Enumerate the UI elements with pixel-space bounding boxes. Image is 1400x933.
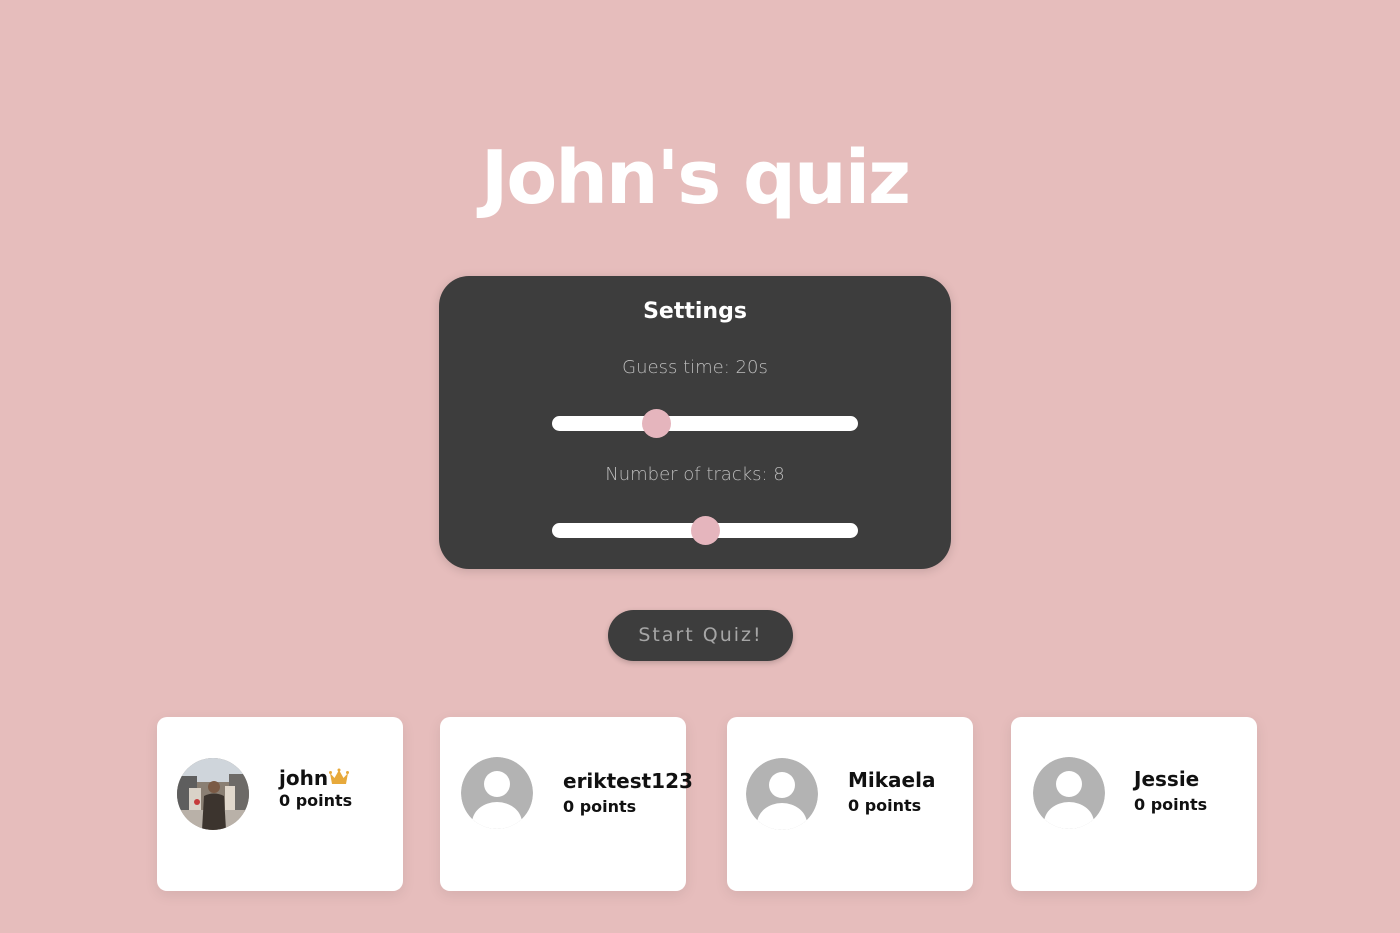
player-card-eriktest123: eriktest123 0 points	[440, 717, 693, 891]
player-name: Mikaela	[848, 768, 936, 792]
player-name: Jessie	[1134, 767, 1200, 791]
player-points: 0 points	[279, 791, 353, 810]
player-name: john	[279, 766, 329, 790]
avatar	[746, 758, 818, 830]
start-quiz-button[interactable]: Start Quiz!	[608, 610, 793, 661]
number-of-tracks-slider[interactable]	[552, 516, 858, 545]
default-user-icon	[461, 757, 533, 829]
number-of-tracks-slider-thumb[interactable]	[690, 516, 720, 545]
player-name: eriktest123	[563, 769, 693, 793]
player-points: 0 points	[563, 797, 637, 816]
settings-panel: Settings	[439, 276, 951, 569]
player-points: 0 points	[1134, 795, 1208, 814]
photo-avatar-icon	[177, 758, 249, 830]
player-card-jessie: Jessie 0 points	[1011, 717, 1257, 891]
guess-time-slider-thumb[interactable]	[641, 409, 671, 438]
default-user-icon	[1033, 757, 1105, 829]
default-user-icon	[746, 758, 818, 830]
crown-icon	[329, 768, 349, 784]
guess-time-label: Guess time: 20s	[622, 357, 768, 378]
avatar	[177, 758, 249, 830]
player-card-john: john 0 points	[157, 717, 403, 891]
avatar	[461, 757, 533, 829]
settings-title: Settings	[643, 299, 747, 324]
number-of-tracks-label: Number of tracks: 8	[605, 464, 785, 485]
guess-time-slider[interactable]	[552, 409, 858, 438]
page-title: John's quiz	[480, 135, 911, 221]
player-card-mikaela: Mikaela 0 points	[727, 717, 973, 891]
avatar	[1033, 757, 1105, 829]
player-points: 0 points	[848, 796, 922, 815]
